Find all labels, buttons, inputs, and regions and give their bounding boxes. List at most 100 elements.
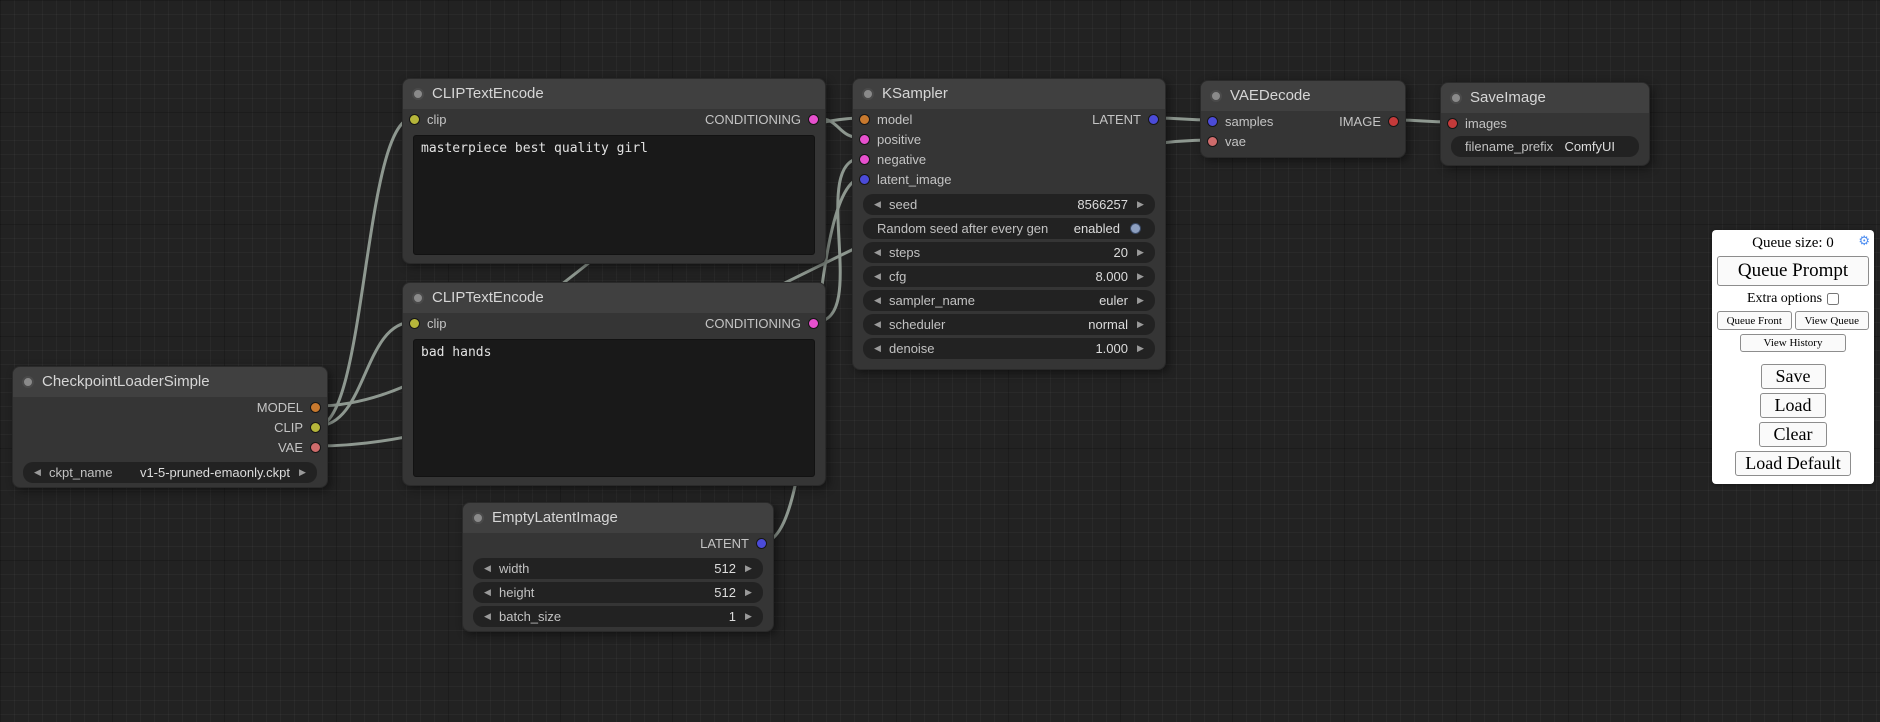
port-label: positive [877,132,921,147]
sampler-name-widget[interactable]: sampler_name euler [863,290,1155,311]
node-checkpoint-loader[interactable]: CheckpointLoaderSimple MODEL CLIP VAE ck… [12,366,328,488]
clip-input-port[interactable] [409,318,420,329]
denoise-widget[interactable]: denoise 1.000 [863,338,1155,359]
prompt-textarea[interactable]: masterpiece best quality girl [413,135,815,255]
increment-arrow-icon[interactable] [1135,314,1146,335]
increment-arrow-icon[interactable] [1135,194,1146,215]
output-row: CLIP [13,417,327,437]
decrement-arrow-icon[interactable] [872,314,883,335]
widget-label: steps [889,245,920,260]
port-label: LATENT [700,536,749,551]
decrement-arrow-icon[interactable] [872,242,883,263]
conditioning-output-port[interactable] [808,114,819,125]
node-title-bar[interactable]: SaveImage [1441,83,1649,113]
clip-input-port[interactable] [409,114,420,125]
node-save-image[interactable]: SaveImage images filename_prefix ComfyUI [1440,82,1650,166]
increment-arrow-icon[interactable] [1135,242,1146,263]
node-title: VAEDecode [1230,87,1311,104]
decrement-arrow-icon[interactable] [872,194,883,215]
widget-label: Random seed after every gen [877,221,1048,236]
increment-arrow-icon[interactable] [1135,338,1146,359]
collapse-dot-icon[interactable] [412,88,424,100]
increment-arrow-icon[interactable] [743,582,754,603]
scheduler-widget[interactable]: scheduler normal [863,314,1155,335]
widget-label: width [499,561,529,576]
seed-widget[interactable]: seed 8566257 [863,194,1155,215]
decrement-arrow-icon[interactable] [872,290,883,311]
samples-input-port[interactable] [1207,116,1218,127]
decrement-arrow-icon[interactable] [872,338,883,359]
filename-prefix-widget[interactable]: filename_prefix ComfyUI [1451,136,1639,157]
load-default-button[interactable]: Load Default [1735,451,1850,476]
view-queue-button[interactable]: View Queue [1795,311,1870,330]
node-empty-latent-image[interactable]: EmptyLatentImage LATENT width 512 height… [462,502,774,632]
load-button[interactable]: Load [1760,393,1827,418]
node-clip-text-encode-negative[interactable]: CLIPTextEncode clip CONDITIONING bad han… [402,282,826,486]
collapse-dot-icon[interactable] [22,376,34,388]
output-row: VAE [13,437,327,457]
collapse-dot-icon[interactable] [412,292,424,304]
decrement-arrow-icon[interactable] [32,462,43,483]
node-vae-decode[interactable]: VAEDecode samples IMAGE vae [1200,80,1406,158]
clear-button[interactable]: Clear [1759,422,1828,447]
prompt-textarea[interactable]: bad hands [413,339,815,477]
decrement-arrow-icon[interactable] [482,558,493,579]
steps-widget[interactable]: steps 20 [863,242,1155,263]
collapse-dot-icon[interactable] [1210,90,1222,102]
wire-clip-to-positive-clip [317,118,413,426]
width-widget[interactable]: width 512 [473,558,763,579]
port-row: clip CONDITIONING [403,109,825,129]
height-widget[interactable]: height 512 [473,582,763,603]
positive-input-port[interactable] [859,134,870,145]
increment-arrow-icon[interactable] [1135,290,1146,311]
collapse-dot-icon[interactable] [472,512,484,524]
random-seed-widget[interactable]: Random seed after every gen enabled [863,218,1155,239]
node-title-bar[interactable]: CLIPTextEncode [403,79,825,109]
node-title-bar[interactable]: CheckpointLoaderSimple [13,367,327,397]
latent-output-port[interactable] [756,538,767,549]
node-title-bar[interactable]: VAEDecode [1201,81,1405,111]
node-clip-text-encode-positive[interactable]: CLIPTextEncode clip CONDITIONING masterp… [402,78,826,264]
collapse-dot-icon[interactable] [862,88,874,100]
increment-arrow-icon[interactable] [1135,266,1146,287]
increment-arrow-icon[interactable] [297,462,308,483]
model-output-port[interactable] [310,402,321,413]
images-input-port[interactable] [1447,118,1458,129]
model-input-port[interactable] [859,114,870,125]
port-label: samples [1225,114,1273,129]
random-seed-toggle-icon[interactable] [1130,223,1141,234]
increment-arrow-icon[interactable] [743,606,754,627]
node-title-bar[interactable]: CLIPTextEncode [403,283,825,313]
vae-input-port[interactable] [1207,136,1218,147]
settings-gear-icon[interactable] [1858,233,1870,251]
ckpt-name-widget[interactable]: ckpt_name v1-5-pruned-emaonly.ckpt [23,462,317,483]
latent-image-input-port[interactable] [859,174,870,185]
extra-options-checkbox[interactable] [1827,293,1839,305]
widget-value: 512 [714,585,736,600]
node-title-bar[interactable]: EmptyLatentImage [463,503,773,533]
view-history-button[interactable]: View History [1740,334,1846,352]
collapse-dot-icon[interactable] [1450,92,1462,104]
port-label: CLIP [274,420,303,435]
decrement-arrow-icon[interactable] [482,606,493,627]
node-title-bar[interactable]: KSampler [853,79,1165,109]
increment-arrow-icon[interactable] [743,558,754,579]
node-title: CLIPTextEncode [432,289,544,306]
conditioning-output-port[interactable] [808,318,819,329]
queue-prompt-button[interactable]: Queue Prompt [1717,256,1869,286]
image-output-port[interactable] [1388,116,1399,127]
vae-output-port[interactable] [310,442,321,453]
negative-input-port[interactable] [859,154,870,165]
batch-size-widget[interactable]: batch_size 1 [473,606,763,627]
widget-label: sampler_name [889,293,975,308]
save-button[interactable]: Save [1761,364,1826,389]
node-ksampler[interactable]: KSampler model LATENT positive negative … [852,78,1166,370]
clip-output-port[interactable] [310,422,321,433]
decrement-arrow-icon[interactable] [482,582,493,603]
queue-front-button[interactable]: Queue Front [1717,311,1792,330]
port-label: vae [1225,134,1246,149]
cfg-widget[interactable]: cfg 8.000 [863,266,1155,287]
decrement-arrow-icon[interactable] [872,266,883,287]
latent-output-port[interactable] [1148,114,1159,125]
output-row: LATENT [463,533,773,553]
